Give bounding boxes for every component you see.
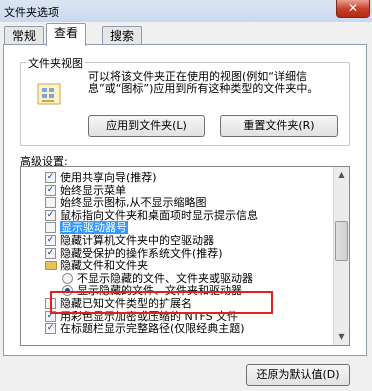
advanced-settings-list[interactable]: ▲ ▼ ✓ 使用共享向导(推荐) ✓ 始终显示菜单 始终显示图标,从不显示缩略图 ✓ 鼠标指… bbox=[20, 166, 350, 346]
advanced-item-label: 显示驱动器号 bbox=[60, 221, 128, 235]
checkbox-checked[interactable]: ✓ bbox=[45, 323, 56, 335]
advanced-item-label: 使用共享向导(推荐) bbox=[60, 171, 157, 184]
folder-view-icon bbox=[37, 83, 61, 105]
scroll-thumb[interactable] bbox=[335, 221, 348, 261]
advanced-item-label: 鼠标指向文件夹和桌面项时显示提示信息 bbox=[60, 208, 258, 222]
folder-icon bbox=[45, 261, 57, 271]
advanced-item-label: 隐藏文件和文件夹 bbox=[60, 259, 148, 273]
checkbox-unchecked[interactable] bbox=[45, 197, 56, 209]
radio-unselected[interactable] bbox=[62, 272, 73, 284]
highlight-box bbox=[50, 291, 273, 314]
checkbox-checked[interactable]: ✓ bbox=[45, 172, 56, 183]
scroll-up-icon[interactable]: ▲ bbox=[334, 167, 349, 183]
title-bar: 文件夹选项 ✕ bbox=[0, 0, 372, 22]
vertical-scrollbar[interactable]: ▲ ▼ bbox=[333, 167, 349, 345]
window-title: 文件夹选项 bbox=[4, 6, 59, 19]
apply-to-folders-button[interactable]: 应用到文件夹(L) bbox=[88, 115, 205, 137]
close-icon[interactable]: ✕ bbox=[336, 0, 370, 18]
advanced-item-label: 始终显示菜单 bbox=[60, 183, 126, 197]
folder-views-description: 可以将该文件夹正在使用的视图(例如“详细信息”或“图标”)应用到所有这种类型的文… bbox=[88, 70, 319, 95]
tab-general[interactable]: 常规 bbox=[4, 26, 45, 46]
tab-search[interactable]: 搜索 bbox=[102, 26, 143, 46]
advanced-item-label: 在标题栏显示完整路径(仅限经典主题) bbox=[60, 322, 245, 336]
reset-folders-button[interactable]: 重置文件夹(R) bbox=[220, 115, 338, 137]
advanced-item-label: 不显示隐藏的文件、文件夹或驱动器 bbox=[77, 271, 253, 285]
scroll-down-icon[interactable]: ▼ bbox=[334, 329, 349, 345]
checkbox-checked[interactable]: ✓ bbox=[45, 209, 56, 221]
checkbox-checked[interactable]: ✓ bbox=[45, 184, 56, 196]
checkbox-checked[interactable]: ✓ bbox=[45, 247, 56, 259]
restore-defaults-button[interactable]: 还原为默认值(D) bbox=[246, 364, 350, 386]
tab-view[interactable]: 查看 bbox=[46, 23, 87, 46]
folder-views-legend: 文件夹视图 bbox=[26, 55, 85, 71]
advanced-item-label: 始终显示图标,从不显示缩略图 bbox=[60, 196, 207, 210]
checkbox-checked[interactable]: ✓ bbox=[45, 235, 56, 246]
advanced-item-label: 隐藏计算机文件夹中的空驱动器 bbox=[60, 234, 214, 247]
advanced-item-label: 隐藏受保护的操作系统文件(推荐) bbox=[60, 246, 223, 260]
checkbox-unchecked[interactable] bbox=[45, 222, 56, 234]
